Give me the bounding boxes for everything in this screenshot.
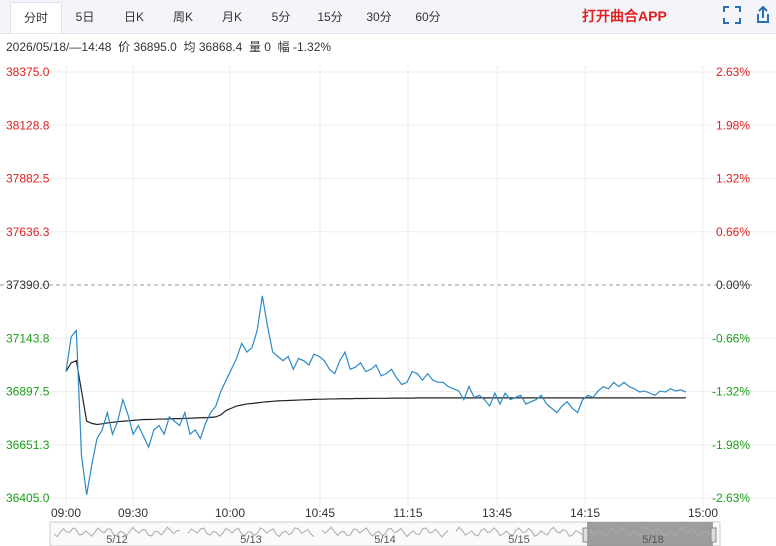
y-tick-label-pct: -1.98%: [712, 438, 750, 452]
y-tick-label: 37390.0: [6, 278, 50, 292]
x-tick-label: 11:15: [393, 506, 422, 520]
x-tick-label: 13:45: [482, 506, 512, 520]
navigator-date-label: 5/12: [106, 534, 127, 546]
y-tick-label: 38375.0: [6, 65, 50, 79]
x-tick-label: 14:15: [570, 506, 600, 520]
y-tick-label: 37882.5: [6, 172, 50, 186]
navigator-date-label: 5/15: [508, 534, 529, 546]
y-tick-label-pct: 0.00%: [716, 278, 750, 292]
y-tick-label: 37143.8: [6, 331, 50, 345]
y-tick-label: 38128.8: [6, 118, 50, 132]
x-tick-label: 10:45: [305, 506, 335, 520]
y-tick-label-pct: 2.63%: [716, 65, 750, 79]
y-tick-label-pct: 1.32%: [716, 172, 750, 186]
y-tick-label-pct: 1.98%: [716, 118, 750, 132]
x-tick-label: 09:00: [51, 506, 81, 520]
y-tick-label-pct: -2.63%: [712, 491, 750, 505]
navigator-date-label: 5/13: [240, 534, 261, 546]
navigator-date-label: 5/14: [374, 534, 395, 546]
y-tick-label: 37636.3: [6, 225, 50, 239]
y-tick-label: 36897.5: [6, 385, 50, 399]
navigator-handle-right[interactable]: [710, 527, 717, 543]
avg-price-line: [65, 359, 687, 426]
y-tick-label: 36405.0: [6, 491, 50, 505]
x-tick-label: 09:30: [118, 506, 148, 520]
intraday-chart[interactable]: 38375.0 2.63% 38128.8 1.98% 37882.5 1.32% 3763…: [0, 0, 776, 546]
y-tick-label-pct: 0.66%: [716, 225, 750, 239]
x-tick-label: 10:00: [215, 506, 245, 520]
navigator-handle-left[interactable]: [582, 527, 589, 543]
y-tick-label-pct: -1.32%: [712, 385, 750, 399]
x-tick-label: 15:00: [688, 506, 718, 520]
price-line: [65, 295, 687, 495]
y-tick-label-pct: -0.66%: [712, 331, 750, 345]
y-tick-label: 36651.3: [6, 438, 50, 452]
navigator-date-label: 5/18: [642, 534, 663, 546]
